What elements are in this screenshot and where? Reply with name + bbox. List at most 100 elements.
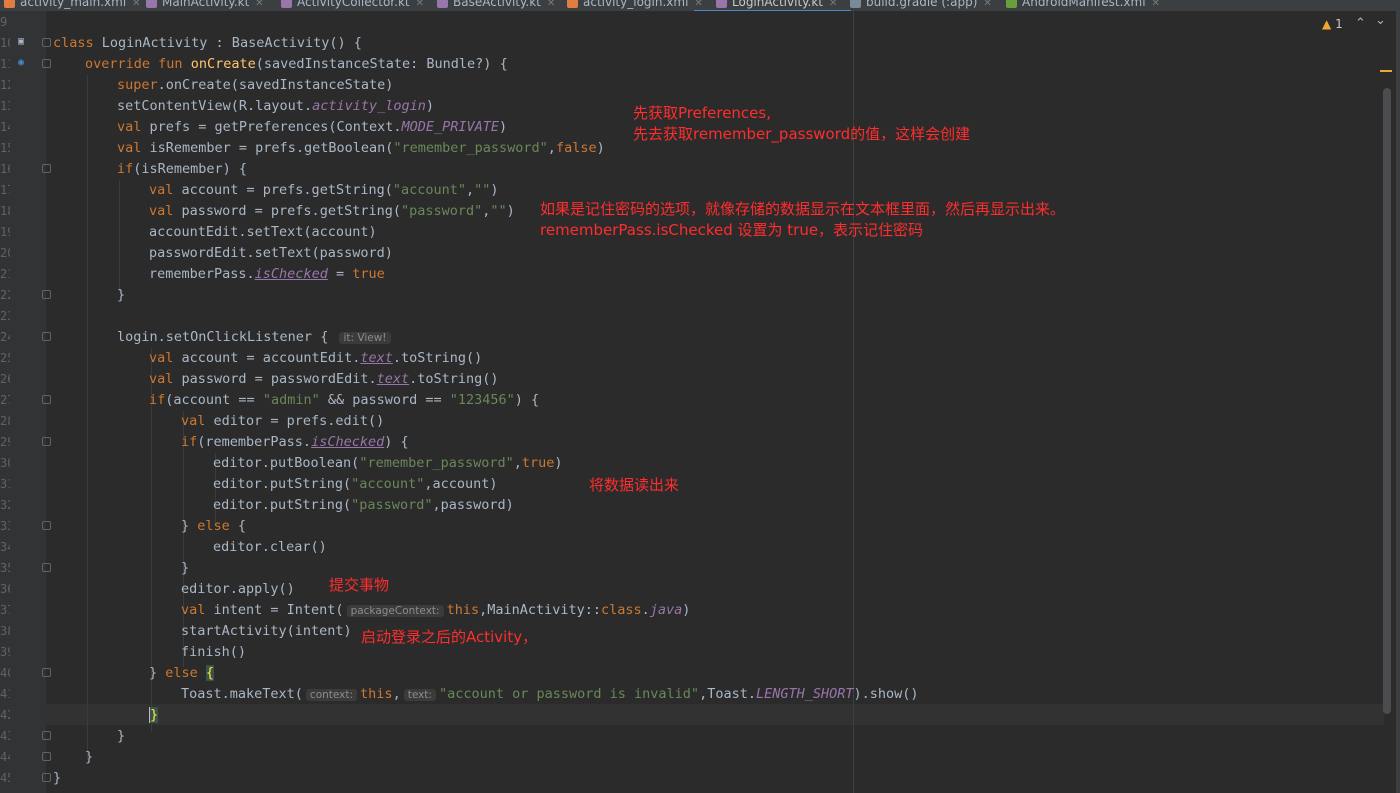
close-icon[interactable]: ✕ [829, 0, 837, 9]
line-number: 15 [0, 141, 10, 155]
code-line-15: val isRemember = prefs.getBoolean("remem… [117, 140, 605, 156]
code-line-36: editor.apply() [181, 581, 295, 597]
code-line-27: if(account == "admin" && password == "12… [149, 392, 540, 408]
code-line-38: startActivity(intent) [181, 623, 352, 639]
gradle-file-icon [850, 0, 861, 8]
fold-marker-icon[interactable] [42, 59, 51, 68]
line-number: 45 [0, 771, 10, 785]
warning-stripe-marker[interactable] [1380, 70, 1392, 72]
line-number: 34 [0, 540, 10, 554]
fold-marker-icon[interactable] [42, 395, 51, 404]
fold-marker-icon[interactable] [42, 38, 51, 47]
line-number: 23 [0, 309, 10, 323]
fold-marker-icon[interactable] [42, 731, 51, 740]
tab-activity-login-xml[interactable]: activity_login.xml ✕ [567, 0, 703, 10]
line-number: 11 [0, 57, 10, 71]
fold-marker-icon[interactable] [42, 290, 51, 299]
line-number: 14 [0, 120, 10, 134]
line-number: 22 [0, 288, 10, 302]
close-icon[interactable]: ✕ [1152, 0, 1160, 9]
line-number: 13 [0, 99, 10, 113]
code-line-21: rememberPass.isChecked = true [149, 266, 385, 282]
line-number: 18 [0, 204, 10, 218]
tab-loginactivity-kt[interactable]: LoginActivity.kt ✕ [693, 0, 852, 11]
fold-marker-icon[interactable] [42, 773, 51, 782]
right-tool-strip [1396, 11, 1400, 793]
code-line-22: } [117, 287, 126, 303]
code-line-34: editor.clear() [213, 539, 327, 555]
line-number: 37 [0, 603, 10, 617]
fold-marker-icon[interactable] [42, 521, 51, 530]
fold-marker-icon[interactable] [42, 164, 51, 173]
inlay-hint: text: [403, 689, 436, 701]
fold-marker-icon[interactable] [42, 437, 51, 446]
code-line-30: editor.putBoolean("remember_password",tr… [213, 455, 563, 471]
line-number-gutter[interactable]: 9 10 11 12 13 14 15 16 17 18 19 20 21 22… [0, 11, 46, 793]
next-highlight-button[interactable]: ⌄ [1375, 13, 1386, 28]
close-icon[interactable]: ✕ [132, 0, 140, 9]
close-icon[interactable]: ✕ [255, 0, 263, 9]
close-icon[interactable]: ✕ [694, 0, 702, 9]
annotation-preferences: 先获取Preferences, [633, 104, 771, 122]
line-number: 28 [0, 414, 10, 428]
line-number: 30 [0, 456, 10, 470]
line-number: 44 [0, 750, 10, 764]
xml-file-icon [4, 0, 15, 8]
line-number: 19 [0, 225, 10, 239]
chevron-down-icon: ⌄ [1375, 13, 1386, 28]
code-line-32: editor.putString("password",password) [213, 497, 514, 513]
fold-marker-icon[interactable] [42, 668, 51, 677]
line-number: 39 [0, 645, 10, 659]
code-line-18: val password = prefs.getString("password… [149, 203, 515, 219]
warning-triangle-icon: ▲ [1322, 17, 1332, 31]
inspection-widget[interactable]: ▲ 1 [1322, 17, 1343, 31]
line-number: 43 [0, 729, 10, 743]
fold-marker-icon[interactable] [42, 563, 51, 572]
annotation-ischecked: rememberPass.isChecked 设置为 true，表示记住密码 [540, 221, 924, 239]
line-number: 42 [0, 708, 10, 722]
previous-highlight-button[interactable]: ⌃ [1355, 16, 1366, 31]
inlay-hint: packageContext: [346, 605, 444, 617]
annotation-start-activity: 启动登录之后的Activity， [361, 628, 538, 646]
warning-count: 1 [1335, 17, 1343, 31]
tab-activitycollector-kt[interactable]: ActivityCollector.kt ✕ [281, 0, 424, 10]
code-line-43: } [117, 728, 126, 744]
line-number: 27 [0, 393, 10, 407]
code-line-41: Toast.makeText(context: this, text: "accoun… [181, 686, 919, 702]
kotlin-file-icon [146, 0, 157, 8]
override-method-icon[interactable]: ◉ [18, 58, 24, 68]
inlay-hint: it: View! [339, 332, 391, 344]
line-number: 20 [0, 246, 10, 260]
line-number: 31 [0, 477, 10, 491]
class-hierarchy-icon[interactable]: ▣ [18, 37, 24, 47]
code-line-33: } else { [181, 518, 247, 534]
code-line-39: finish() [181, 644, 247, 660]
indent-guide [87, 75, 88, 760]
tab-activity-main-xml[interactable]: activity_main.xml ✕ [4, 0, 141, 10]
code-line-29: if(rememberPass.isChecked) { [181, 434, 409, 450]
close-icon[interactable]: ✕ [416, 0, 424, 9]
code-line-44: } [85, 749, 94, 765]
line-number: 40 [0, 666, 10, 680]
kotlin-file-icon [281, 0, 292, 8]
fold-marker-icon[interactable] [42, 752, 51, 761]
manifest-file-icon [1006, 0, 1017, 8]
code-line-20: passwordEdit.setText(password) [149, 245, 393, 261]
code-line-19: accountEdit.setText(account) [149, 224, 377, 240]
close-icon[interactable]: ✕ [983, 0, 991, 9]
tab-baseactivity-kt[interactable]: BaseActivity.kt ✕ [437, 0, 555, 10]
kotlin-file-icon [716, 0, 727, 8]
tab-mainactivity-kt[interactable]: MainActivity.kt ✕ [146, 0, 264, 10]
code-line-24: login.setOnClickListener { it: View! [117, 327, 394, 348]
tab-build-gradle[interactable]: build.gradle (:app) ✕ [850, 0, 992, 10]
line-number: 35 [0, 561, 10, 575]
kotlin-file-icon [437, 0, 448, 8]
code-line-28: val editor = prefs.edit() [181, 413, 385, 429]
matched-brace: { [205, 665, 215, 681]
fold-marker-icon[interactable] [42, 332, 51, 341]
line-number: 36 [0, 582, 10, 596]
vertical-scrollbar[interactable] [1383, 88, 1391, 714]
tab-androidmanifest-xml[interactable]: AndroidManifest.xml ✕ [1006, 0, 1160, 10]
editor-tab-bar: activity_main.xml ✕ MainActivity.kt ✕ Acti… [0, 0, 1400, 12]
close-icon[interactable]: ✕ [547, 0, 555, 9]
